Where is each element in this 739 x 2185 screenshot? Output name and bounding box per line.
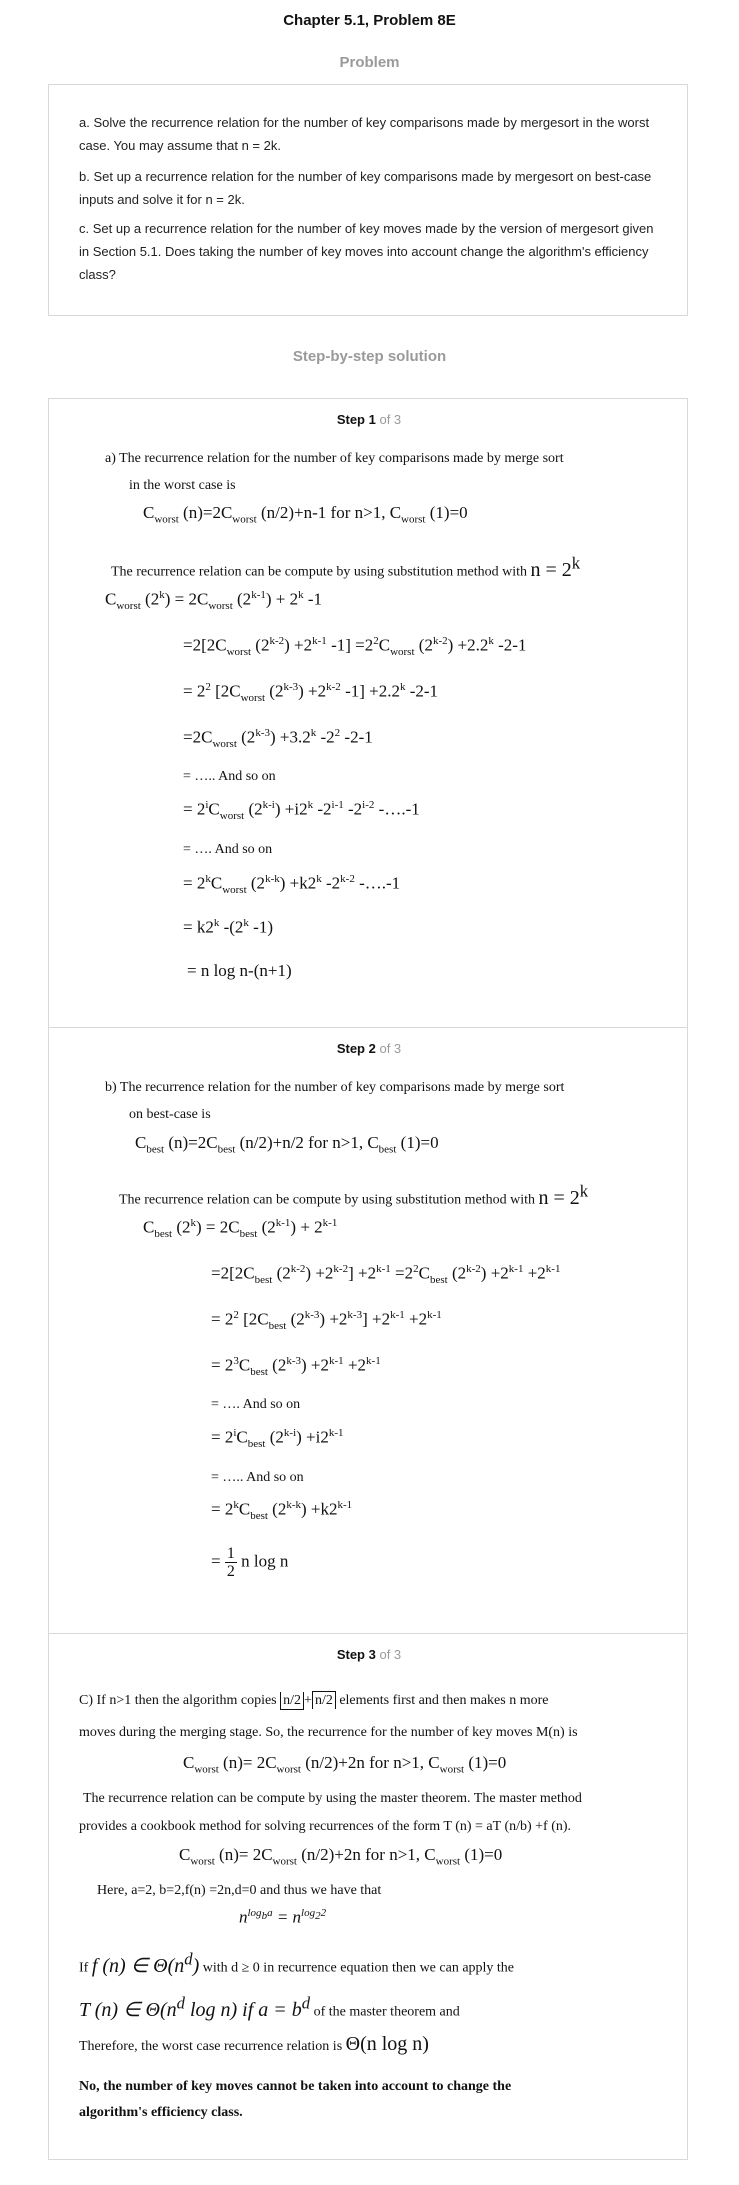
problem-part-c: c. Set up a recurrence relation for the … xyxy=(79,221,654,282)
problem-box: a. Solve the recurrence relation for the… xyxy=(48,84,688,316)
step-3-conclusion-1: No, the number of key moves cannot be ta… xyxy=(79,2079,512,2094)
step-3-recurrence-1: Cworst (n)= 2Cworst (n/2)+2n for n>1, Cw… xyxy=(183,1753,507,1776)
step-3-if-line: If f (n) ∈ Θ(nd) with d ≥ 0 in recurrenc… xyxy=(79,1949,515,1977)
step-1-eq-1: Cworst (2k) = 2Cworst (2k-1) + 2k -1 xyxy=(105,589,323,613)
step-1-recurrence: Cworst (n)=2Cworst (n/2)+n-1 for n>1, Cw… xyxy=(143,503,468,526)
step-3-recurrence-2: Cworst (n)= 2Cworst (n/2)+2n for n>1, Cw… xyxy=(179,1845,503,1868)
step-1-eq-5: = 2iCworst (2k-i) +i2k -2i-1 -2i-2 -….-1 xyxy=(183,799,420,823)
step-1-and-so-on-2: = …. And so on xyxy=(183,842,273,857)
step-3-header: Step 3 of 3 xyxy=(49,1647,689,1662)
step-1-label: Step 1 xyxy=(336,412,376,427)
step-1-eq-4: =2Cworst (2k-3) +3.2k -22 -2-1 xyxy=(183,727,373,751)
step-3-line-2: moves during the merging stage. So, the … xyxy=(79,1725,578,1740)
step-1-eq-2: =2[2Cworst (2k-2) +2k-1 -1] =22Cworst (2… xyxy=(183,635,527,659)
step-1-header: Step 1 of 3 xyxy=(49,412,689,427)
step-3-master-line: T (n) ∈ Θ(nd log n) if a = bd of the mas… xyxy=(79,1993,460,2021)
step-2-label: Step 2 xyxy=(336,1041,376,1056)
step-2-eq-6: = 2kCbest (2k-k) +k2k-1 xyxy=(211,1499,353,1523)
step-1-of: of 3 xyxy=(379,412,402,427)
problem-heading: Problem xyxy=(339,54,400,71)
step-3-of: of 3 xyxy=(379,1647,402,1662)
step-2-substitution-text: The recurrence relation can be compute b… xyxy=(119,1181,589,1209)
step-1-substitution-text: The recurrence relation can be compute b… xyxy=(111,553,581,581)
step-3-line-1: C) If n>1 then the algorithm copies n/2 +… xyxy=(79,1691,549,1710)
step-1-eq-7: = k2k -(2k -1) xyxy=(183,917,273,937)
step-2-intro-2: on best-case is xyxy=(129,1107,211,1122)
step-2-and-so-on-2: = ….. And so on xyxy=(211,1470,304,1485)
step-1-eq-8: = n log n-(n+1) xyxy=(187,961,292,980)
step-2-eq-3: = 22 [2Cbest (2k-3) +2k-3] +2k-1 +2k-1 xyxy=(211,1309,442,1333)
step-divider-2 xyxy=(49,1633,687,1634)
step-1-and-so-on-1: = ….. And so on xyxy=(183,769,276,784)
step-3-line-4: provides a cookbook method for solving r… xyxy=(79,1819,572,1834)
step-3-n-log: nlogba = nlog22 xyxy=(239,1907,327,1927)
step-2-eq-1: Cbest (2k) = 2Cbest (2k-1) + 2k-1 xyxy=(143,1217,338,1241)
step-2-eq-2: =2[2Cbest (2k-2) +2k-2] +2k-1 =22Cbest (… xyxy=(211,1263,561,1287)
step-3-line-3: The recurrence relation can be compute b… xyxy=(83,1791,582,1806)
step-2-intro: b) The recurrence relation for the numbe… xyxy=(105,1080,565,1095)
step-2-eq-5: = 2iCbest (2k-i) +i2k-1 xyxy=(211,1427,344,1451)
step-1-eq-3: = 22 [2Cworst (2k-3) +2k-2 -1] +2.2k -2-… xyxy=(183,681,439,705)
step-1-intro: a) The recurrence relation for the numbe… xyxy=(105,451,564,466)
solution-heading: Step-by-step solution xyxy=(292,348,447,365)
step-2-header: Step 2 of 3 xyxy=(49,1041,689,1056)
solution-box: Step 1 of 3 a) The recurrence relation f… xyxy=(48,398,688,2160)
step-1-eq-6: = 2kCworst (2k-k) +k2k -2k-2 -….-1 xyxy=(183,873,401,897)
step-3-conclusion-2: algorithm's efficiency class. xyxy=(79,2105,243,2120)
page-title: Chapter 5.1, Problem 8E xyxy=(283,12,456,29)
step-3-therefore: Therefore, the worst case recurrence rel… xyxy=(79,2033,429,2055)
step-3-label: Step 3 xyxy=(336,1647,376,1662)
problem-part-b: b. Set up a recurrence relation for the … xyxy=(79,169,652,207)
problem-part-a: a. Solve the recurrence relation for the… xyxy=(79,115,650,153)
step-2-and-so-on-1: = …. And so on xyxy=(211,1397,301,1412)
step-3-here: Here, a=2, b=2,f(n) =2n,d=0 and thus we … xyxy=(97,1883,382,1898)
step-2-recurrence: Cbest (n)=2Cbest (n/2)+n/2 for n>1, Cbes… xyxy=(135,1133,439,1156)
step-1-intro-2: in the worst case is xyxy=(129,478,236,493)
step-2-eq-7: = 12 n log n xyxy=(211,1545,289,1580)
step-divider-1 xyxy=(49,1027,687,1028)
step-2-of: of 3 xyxy=(379,1041,402,1056)
step-2-eq-4: = 23Cbest (2k-3) +2k-1 +2k-1 xyxy=(211,1355,381,1379)
